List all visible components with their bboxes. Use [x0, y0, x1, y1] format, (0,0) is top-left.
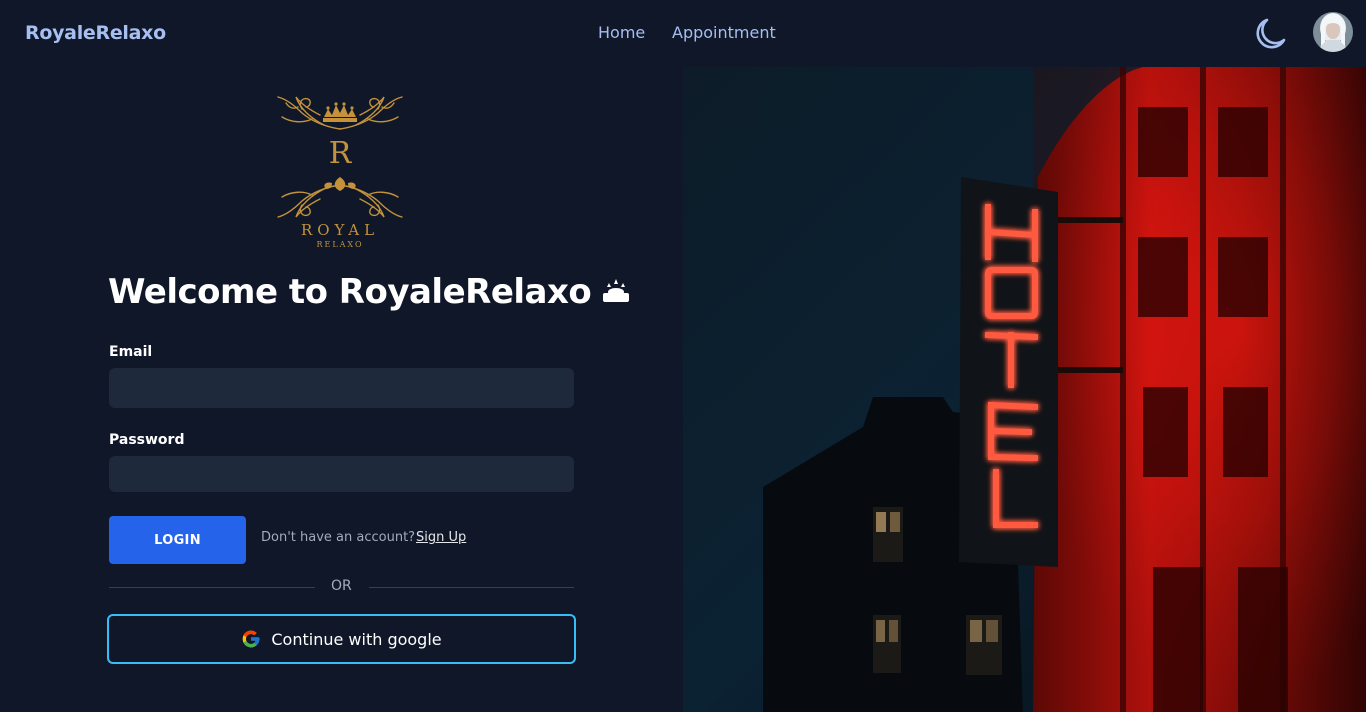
- navbar: RoyaleRelaxo Home Appointment: [0, 0, 1366, 67]
- welcome-heading: Welcome to RoyaleRelaxo: [108, 272, 631, 314]
- user-avatar[interactable]: [1313, 12, 1353, 52]
- hotel-hero-image: [683, 67, 1366, 712]
- divider-left: [109, 587, 315, 588]
- nav-link-home[interactable]: Home: [598, 23, 645, 42]
- google-icon: [241, 629, 261, 649]
- divider-right: [369, 587, 574, 588]
- brand-logo-text[interactable]: RoyaleRelaxo: [25, 22, 166, 44]
- moon-icon[interactable]: [1250, 14, 1290, 54]
- google-button-label: Continue with google: [271, 629, 442, 649]
- bed-icon: [601, 274, 631, 314]
- signup-link[interactable]: Sign Up: [416, 530, 466, 545]
- email-field[interactable]: [109, 368, 574, 408]
- login-button[interactable]: LOGIN: [109, 516, 246, 564]
- or-separator: OR: [331, 578, 352, 594]
- logo-word: ROYAL: [301, 221, 379, 239]
- password-field[interactable]: [109, 456, 574, 492]
- nav-link-appointment[interactable]: Appointment: [672, 23, 776, 42]
- login-panel: R ROYAL RELAXO Welcome to RoyaleRelaxo E…: [0, 67, 683, 712]
- royal-relaxo-logo: R ROYAL RELAXO: [272, 87, 408, 252]
- google-signin-button[interactable]: Continue with google: [107, 614, 576, 664]
- email-label: Email: [109, 344, 153, 360]
- welcome-title: Welcome to RoyaleRelaxo: [108, 272, 592, 312]
- no-account-text: Don't have an account?: [261, 530, 416, 545]
- logo-letter: R: [329, 136, 353, 171]
- password-label: Password: [109, 432, 185, 448]
- logo-subword: RELAXO: [316, 240, 363, 249]
